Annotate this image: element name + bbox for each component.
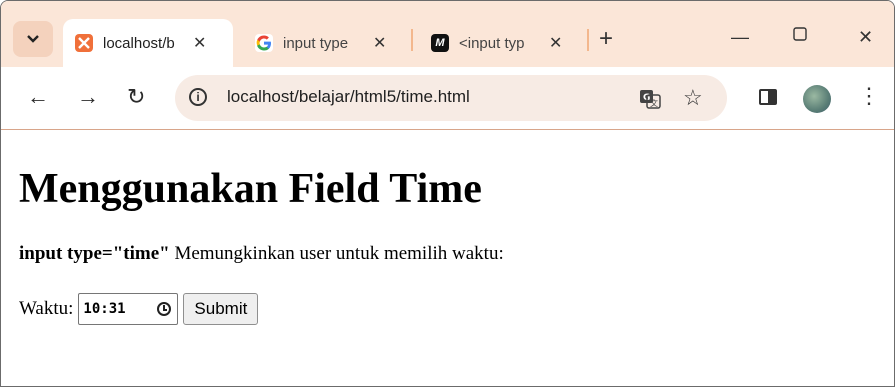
browser-toolbar: ← → ↻ i localhost/belajar/html5/time.htm… xyxy=(1,67,894,130)
svg-text:文: 文 xyxy=(650,98,658,108)
close-window-icon[interactable]: ✕ xyxy=(858,27,873,48)
tab-localhost[interactable]: localhost/b ✕ xyxy=(63,19,233,67)
close-icon[interactable]: ✕ xyxy=(549,33,562,53)
time-value[interactable]: 10:31 xyxy=(83,301,125,317)
tab-strip: localhost/b ✕ input type ✕ M <input typ … xyxy=(1,1,894,67)
close-icon[interactable]: ✕ xyxy=(373,33,386,53)
close-icon[interactable]: ✕ xyxy=(193,33,206,53)
tab-input-type[interactable]: input type ✕ xyxy=(243,21,408,65)
back-arrow-icon[interactable]: ← xyxy=(27,85,49,109)
google-icon xyxy=(255,34,273,52)
time-form: Waktu: 10:31 Submit xyxy=(19,293,259,325)
reload-icon[interactable]: ↻ xyxy=(127,85,145,109)
more-menu-icon[interactable]: ⋮ xyxy=(858,83,880,109)
submit-button[interactable]: Submit xyxy=(183,293,259,325)
clock-icon[interactable] xyxy=(157,302,172,316)
tab-label: localhost/b xyxy=(103,34,175,52)
bookmark-star-icon[interactable]: ☆ xyxy=(683,85,703,111)
chevron-down-icon xyxy=(27,35,39,43)
page-title: Menggunakan Field Time xyxy=(19,166,482,212)
address-bar[interactable]: i localhost/belajar/html5/time.html G文 ☆ xyxy=(175,75,727,121)
description: input type="time" Memungkinkan user untu… xyxy=(19,243,504,265)
minimize-icon[interactable]: — xyxy=(731,27,749,48)
tab-input-typ[interactable]: M <input typ ✕ xyxy=(419,21,584,65)
maximize-icon[interactable] xyxy=(793,25,807,46)
time-label: Waktu: xyxy=(19,298,74,319)
m-icon: M xyxy=(431,34,449,52)
tab-separator xyxy=(587,29,589,51)
url-text[interactable]: localhost/belajar/html5/time.html xyxy=(227,87,470,107)
profile-avatar[interactable] xyxy=(803,85,831,113)
browser-window: localhost/b ✕ input type ✕ M <input typ … xyxy=(0,0,895,387)
new-tab-button[interactable]: + xyxy=(599,27,613,51)
tab-label: <input typ xyxy=(459,34,525,52)
translate-icon[interactable]: G文 xyxy=(639,89,661,115)
info-icon[interactable]: i xyxy=(189,88,207,106)
tab-separator xyxy=(411,29,413,51)
tab-label: input type xyxy=(283,34,349,52)
forward-arrow-icon[interactable]: → xyxy=(77,85,99,109)
time-input[interactable]: 10:31 xyxy=(78,293,179,325)
description-bold: input type="time" xyxy=(19,243,170,264)
side-panel-icon[interactable] xyxy=(759,89,777,105)
tab-search-button[interactable] xyxy=(13,21,53,57)
xampp-icon xyxy=(75,34,93,52)
description-text: Memungkinkan user untuk memilih waktu: xyxy=(169,243,504,264)
